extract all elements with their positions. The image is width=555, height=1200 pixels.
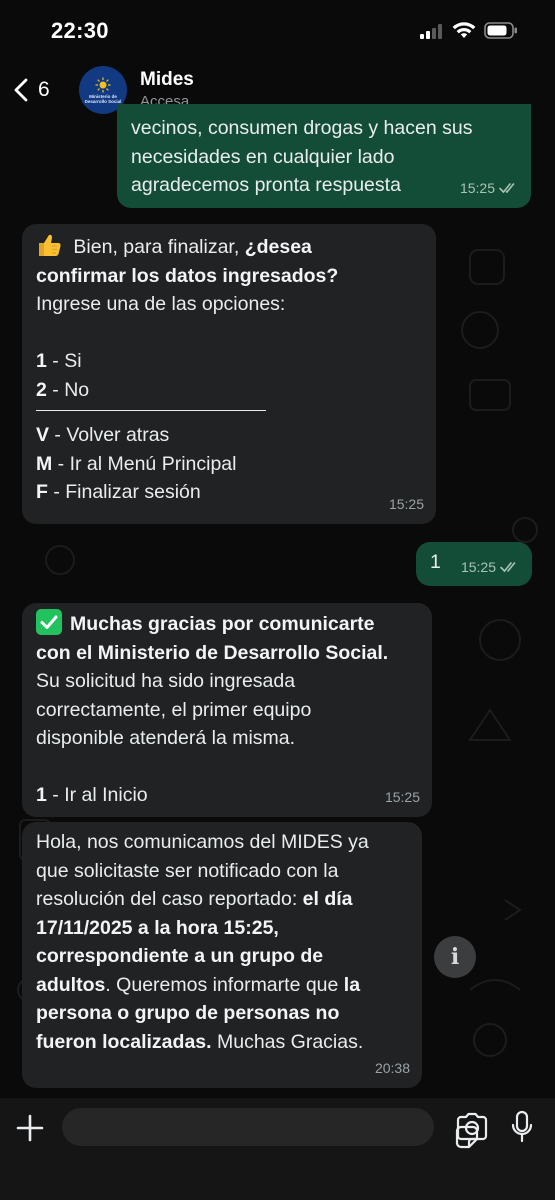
- message-time: 20:38: [374, 1059, 410, 1076]
- back-chevron-icon: [14, 78, 28, 102]
- message-text: resolución del caso reportado:: [36, 888, 303, 910]
- message-text-bold: con el Ministerio de Desarrollo Social.: [36, 641, 389, 664]
- option-key: F: [36, 481, 48, 503]
- message-text-bold: Muchas gracias por comunicarte: [70, 613, 375, 635]
- double-check-icon: [500, 561, 516, 572]
- avatar-logo-text: Ministerio de Desarrollo Social: [84, 93, 122, 104]
- info-icon[interactable]: i: [434, 936, 476, 978]
- message-line: persona o grupo de personas no: [36, 999, 408, 1028]
- back-button[interactable]: 6: [14, 74, 70, 106]
- message-text-bold: ¿desea: [244, 236, 312, 258]
- message-line: confirmar los datos ingresados?: [36, 262, 422, 291]
- message-text-bold: correspondiente a un grupo de: [36, 945, 324, 967]
- message-text-bold: fueron localizadas.: [36, 1030, 212, 1053]
- option-text: - Finalizar sesión: [47, 481, 201, 503]
- message-meta: 20:38: [375, 1054, 410, 1083]
- camera-icon[interactable]: [455, 1112, 489, 1142]
- option-key: V: [36, 424, 50, 446]
- menu-option: M - Ir al Menú Principal: [36, 450, 422, 479]
- option-text: - No: [46, 378, 90, 401]
- message-incoming[interactable]: Hola, nos comunicamos del MIDES ya que s…: [22, 822, 422, 1088]
- wifi-icon: [452, 22, 476, 38]
- contact-name: Mides: [140, 69, 194, 90]
- message-line: fueron localizadas. Muchas Gracias.: [36, 1028, 408, 1057]
- option-key: 1: [36, 784, 47, 806]
- message-text-bold: la: [343, 973, 361, 996]
- signal-icon: [420, 24, 442, 39]
- message-meta: 15:25: [389, 490, 424, 519]
- message-input[interactable]: [62, 1108, 479, 1149]
- message-text-bold: confirmar los datos ingresados?: [36, 264, 339, 287]
- message-line: con el Ministerio de Desarrollo Social.: [36, 639, 418, 668]
- message-time: 15:25: [460, 558, 496, 575]
- option-key: M: [36, 452, 53, 475]
- message-meta: 15:25: [460, 174, 519, 203]
- option-text: - Ir al Menú Principal: [52, 452, 237, 475]
- message-text: vecinos, consumen drogas y hacen sus: [131, 117, 473, 139]
- message-line: resolución del caso reportado: el día: [36, 885, 408, 914]
- unread-count: 6: [38, 78, 50, 101]
- message-incoming[interactable]: Bien, para finalizar, ¿desea confirmar l…: [22, 224, 436, 524]
- status-time: 22:30: [51, 18, 109, 43]
- option-text: - Ir al Inicio: [46, 784, 148, 806]
- message-text: Bien, para finalizar,: [68, 236, 245, 258]
- message-text-bold: 17/11/2025 a la hora 15:25,: [36, 916, 279, 939]
- message-text: . Queremos informarte que: [105, 973, 344, 996]
- thumbs-up-icon: [39, 234, 61, 256]
- message-text: Muchas Gracias.: [211, 1030, 364, 1053]
- message-text-bold: adultos: [36, 973, 106, 996]
- message-text: Ingrese una de las opciones:: [36, 293, 286, 315]
- menu-option: 1 - Ir al Inicio: [36, 781, 418, 810]
- option-key: 1: [36, 350, 47, 372]
- message-line: 17/11/2025 a la hora 15:25,: [36, 914, 408, 943]
- option-text: - Si: [46, 350, 82, 372]
- option-key: 2: [36, 378, 47, 401]
- microphone-icon[interactable]: [510, 1110, 534, 1144]
- message-time: 15:25: [388, 495, 424, 512]
- message-line: Muchas gracias por comunicarte: [36, 609, 418, 639]
- message-time: 15:25: [384, 788, 420, 805]
- status-bar: 22:30: [0, 0, 555, 62]
- divider: [36, 410, 266, 411]
- message-incoming[interactable]: Muchas gracias por comunicarte con el Mi…: [22, 603, 432, 817]
- message-text: necesidades en cualquier lado: [131, 145, 395, 168]
- message-text: disponible atenderá la misma.: [36, 727, 296, 749]
- message-meta: 15:25: [461, 553, 520, 582]
- menu-option: F - Finalizar sesión: [36, 478, 422, 507]
- menu-option: 2 - No: [36, 376, 422, 405]
- message-text: Hola, nos comunicamos del MIDES ya: [36, 831, 369, 853]
- message-text: Su solicitud ha sido ingresada: [36, 670, 296, 692]
- menu-option: V - Volver atras: [36, 421, 422, 450]
- message-line: adultos. Queremos informarte que la: [36, 971, 408, 1000]
- double-check-icon: [499, 182, 515, 193]
- menu-option: 1 - Si: [36, 347, 422, 376]
- message-time: 15:25: [459, 179, 495, 196]
- message-text: que solicitaste ser notificado con la: [36, 859, 339, 882]
- option-text: - Volver atras: [49, 424, 170, 446]
- battery-icon: [484, 22, 517, 39]
- plus-icon[interactable]: [14, 1112, 46, 1144]
- message-outgoing[interactable]: vecinos, consumen drogas y hacen sus nec…: [117, 104, 531, 208]
- message-text: correctamente, el primer equipo: [36, 698, 312, 721]
- message-text-bold: persona o grupo de personas no: [36, 1002, 340, 1024]
- sun-logo-icon: [95, 77, 111, 92]
- message-line: Bien, para finalizar, ¿desea: [36, 232, 422, 262]
- composer-bar: [0, 1098, 555, 1200]
- message-meta: 15:25: [385, 783, 420, 812]
- check-mark-icon: [36, 609, 62, 635]
- message-outgoing[interactable]: 1 15:25: [416, 542, 532, 586]
- message-line: correspondiente a un grupo de: [36, 942, 408, 971]
- message-text-bold: el día: [302, 888, 353, 910]
